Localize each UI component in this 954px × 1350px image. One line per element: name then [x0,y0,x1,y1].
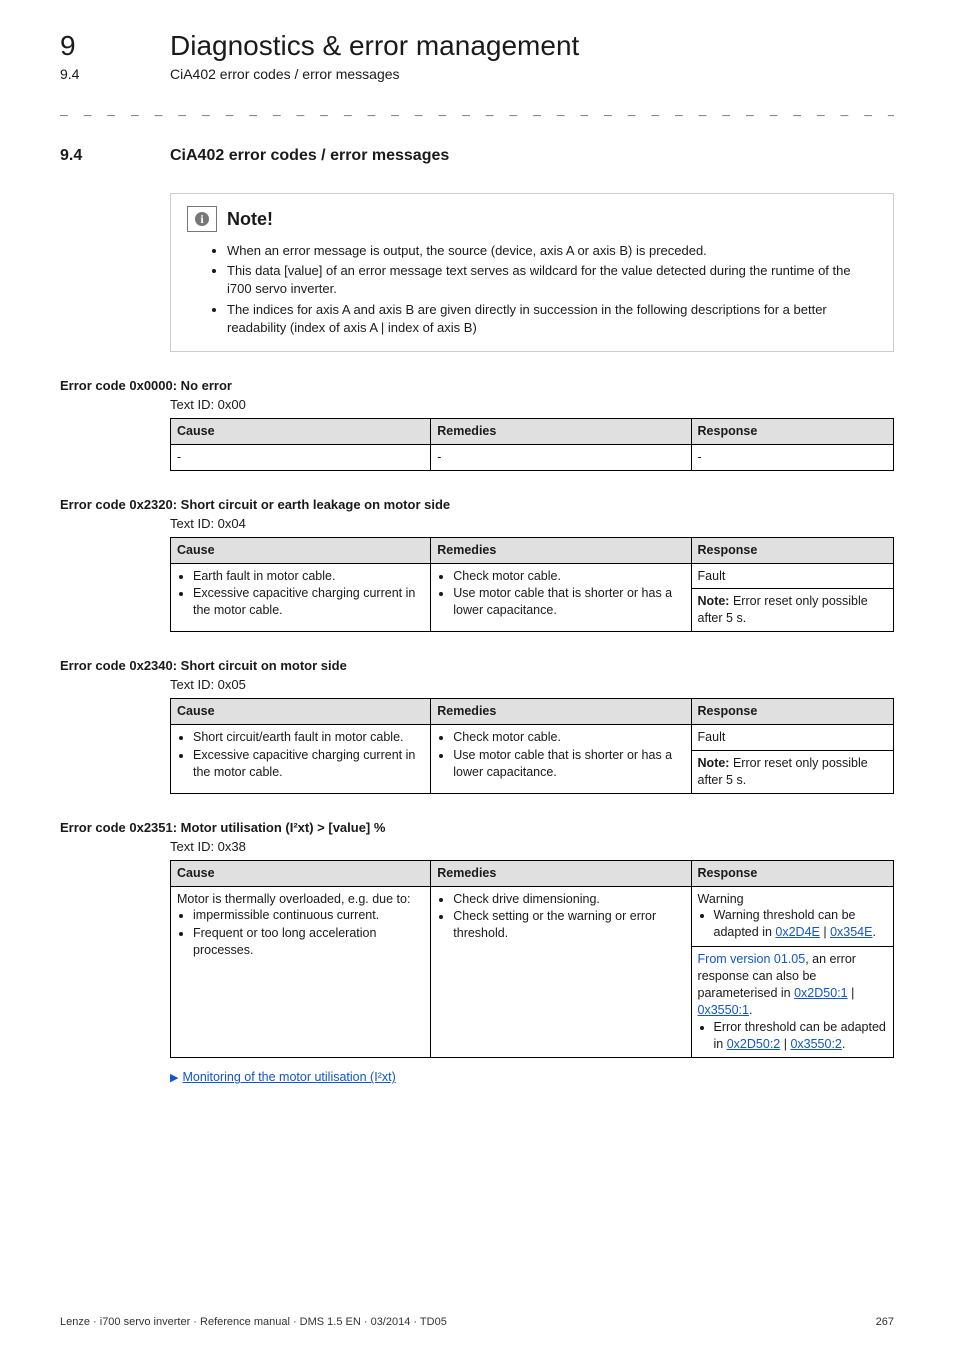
note-list: When an error message is output, the sou… [187,242,877,337]
note-prefix: Note: [698,756,730,770]
th-response: Response [691,537,893,563]
response-item: Error threshold can be adapted in 0x2D50… [714,1019,887,1053]
error-table: Cause Remedies Response Earth fault in m… [170,537,894,633]
cell-cause: Short circuit/earth fault in motor cable… [171,725,431,794]
version-note: From version 01.05 [698,952,806,966]
index-link[interactable]: 0x2D4E [775,925,819,939]
cell-remedies: Check motor cable. Use motor cable that … [431,725,691,794]
triangle-icon: ▶ [170,1072,178,1084]
cause-item: Short circuit/earth fault in motor cable… [193,729,424,746]
remedy-item: Use motor cable that is shorter or has a… [453,585,684,619]
error-table: Cause Remedies Response - - - [170,418,894,471]
section-title: CiA402 error codes / error messages [170,147,449,165]
th-remedies: Remedies [431,418,691,444]
cell-response-note: Note: Error reset only possible after 5 … [691,750,893,793]
th-response: Response [691,860,893,886]
cell-remedies: Check drive dimensioning. Check setting … [431,886,691,1058]
th-response: Response [691,699,893,725]
note-bullet: When an error message is output, the sou… [227,242,877,260]
th-response: Response [691,418,893,444]
cause-item: Excessive capacitive charging current in… [193,585,424,619]
followup-link-row: ▶ Monitoring of the motor utilisation (I²… [170,1070,894,1084]
index-link[interactable]: 0x3550:2 [790,1037,841,1051]
error-heading: Error code 0x2340: Short circuit on moto… [60,658,894,673]
remedy-item: Use motor cable that is shorter or has a… [453,747,684,781]
cell-response: Warning Warning threshold can be adapted… [691,886,893,947]
page-footer: Lenze · i700 servo inverter · Reference … [60,1316,894,1328]
remedy-item: Check motor cable. [453,729,684,746]
page-header: 9 Diagnostics & error management [60,30,894,62]
divider-dashline: _ _ _ _ _ _ _ _ _ _ _ _ _ _ _ _ _ _ _ _ … [60,102,894,117]
text-id: Text ID: 0x38 [170,839,894,854]
text-id: Text ID: 0x05 [170,677,894,692]
footer-left: Lenze · i700 servo inverter · Reference … [60,1316,447,1328]
th-remedies: Remedies [431,860,691,886]
error-heading: Error code 0x0000: No error [60,378,894,393]
note-prefix: Note: [698,594,730,608]
footer-page-number: 267 [876,1316,894,1328]
index-link[interactable]: 0x2D50:1 [794,986,848,1000]
cell-response: Fault [691,725,893,751]
cell-remedies: Check motor cable. Use motor cable that … [431,563,691,632]
th-cause: Cause [171,537,431,563]
note-bullet: This data [value] of an error message te… [227,262,877,298]
cause-item: Frequent or too long acceleration proces… [193,925,424,959]
cell-response: - [691,444,893,470]
index-link[interactable]: 0x2D50:2 [727,1037,781,1051]
error-table: Cause Remedies Response Motor is thermal… [170,860,894,1059]
cell-response-note: From version 01.05, an error response ca… [691,947,893,1058]
cause-item: impermissible continuous current. [193,907,424,924]
cell-cause: Motor is thermally overloaded, e.g. due … [171,886,431,1058]
response-label: Warning [698,892,744,906]
th-remedies: Remedies [431,699,691,725]
section-heading: 9.4 CiA402 error codes / error messages [60,147,894,165]
index-link[interactable]: 0x3550:1 [698,1003,749,1017]
chapter-title: Diagnostics & error management [170,30,579,62]
note-bullet: The indices for axis A and axis B are gi… [227,301,877,337]
text-id: Text ID: 0x04 [170,516,894,531]
cell-response: Fault [691,563,893,589]
cause-text: Motor is thermally overloaded, e.g. due … [177,892,410,906]
error-heading: Error code 0x2320: Short circuit or eart… [60,497,894,512]
error-heading: Error code 0x2351: Motor utilisation (I²… [60,820,894,835]
th-cause: Cause [171,418,431,444]
cross-reference-link[interactable]: Monitoring of the motor utilisation (I²x… [182,1070,395,1084]
table-row: Short circuit/earth fault in motor cable… [171,725,894,751]
section-number: 9.4 [60,147,170,165]
page-subheader: 9.4 CiA402 error codes / error messages [60,66,894,82]
index-link[interactable]: 0x354E [830,925,872,939]
text-id: Text ID: 0x00 [170,397,894,412]
note-box: i Note! When an error message is output,… [170,193,894,352]
cause-item: Excessive capacitive charging current in… [193,747,424,781]
cell-response-note: Note: Error reset only possible after 5 … [691,589,893,632]
cell-cause: Earth fault in motor cable. Excessive ca… [171,563,431,632]
section-number-small: 9.4 [60,66,170,82]
chapter-number: 9 [60,30,170,62]
table-row: Motor is thermally overloaded, e.g. due … [171,886,894,947]
remedy-item: Check drive dimensioning. [453,891,684,908]
th-cause: Cause [171,699,431,725]
info-icon: i [187,206,217,232]
cause-item: Earth fault in motor cable. [193,568,424,585]
section-title-small: CiA402 error codes / error messages [170,66,400,82]
th-cause: Cause [171,860,431,886]
table-row: - - - [171,444,894,470]
table-row: Earth fault in motor cable. Excessive ca… [171,563,894,589]
cell-remedies: - [431,444,691,470]
remedy-item: Check setting or the warning or error th… [453,908,684,942]
cell-cause: - [171,444,431,470]
remedy-item: Check motor cable. [453,568,684,585]
response-item: Warning threshold can be adapted in 0x2D… [714,907,887,941]
note-label: Note! [227,209,273,230]
error-table: Cause Remedies Response Short circuit/ea… [170,698,894,794]
th-remedies: Remedies [431,537,691,563]
